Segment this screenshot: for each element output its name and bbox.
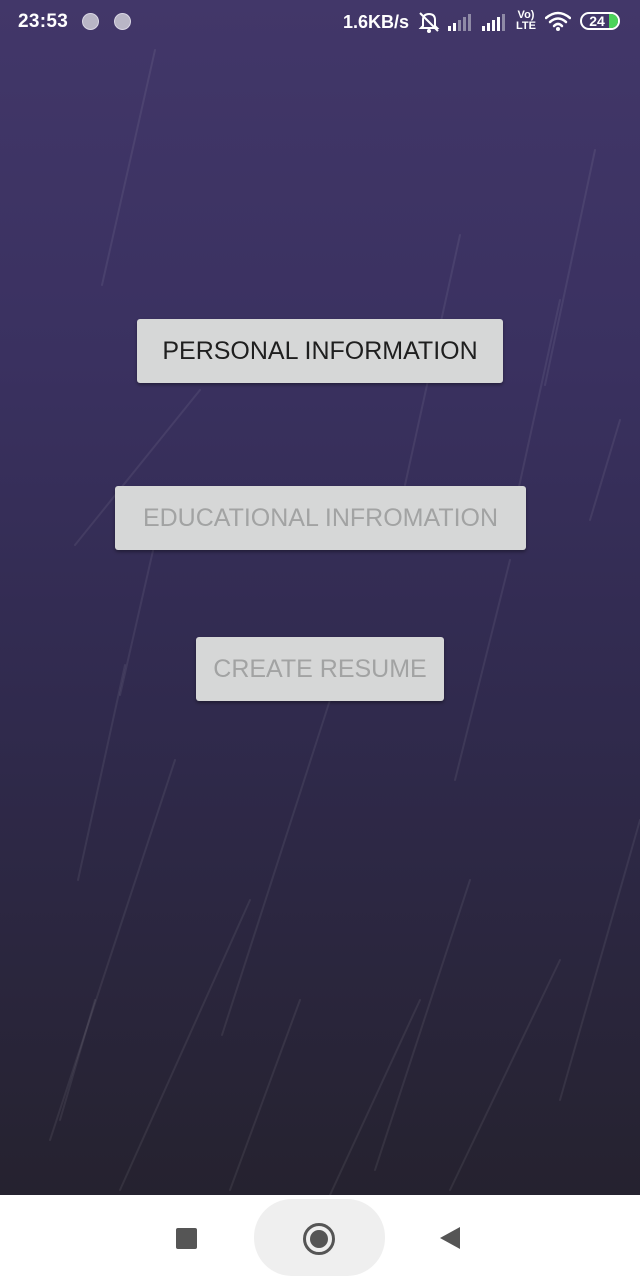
volte-icon: Vo) LTE xyxy=(514,10,538,32)
app-background: 23:53 1.6KB/s Vo) LTE 24 PERSONAL INFORM… xyxy=(0,0,640,1195)
battery-icon: 24 xyxy=(580,12,620,30)
back-icon[interactable] xyxy=(440,1227,460,1249)
home-icon[interactable] xyxy=(303,1223,335,1255)
educational-information-button[interactable]: EDUCATIONAL INFROMATION xyxy=(115,486,526,550)
network-speed: 1.6KB/s xyxy=(343,12,410,32)
home-icon-dot xyxy=(310,1230,328,1248)
volte-bottom-label: LTE xyxy=(516,20,536,32)
signal-icon xyxy=(482,14,505,31)
battery-level: 24 xyxy=(589,13,605,29)
wifi-icon xyxy=(545,11,571,31)
navigation-bar xyxy=(0,1195,640,1280)
status-bar: 23:53 1.6KB/s Vo) LTE 24 xyxy=(0,0,640,46)
notification-dot-icon xyxy=(82,13,99,30)
signal-icon xyxy=(448,14,471,31)
alarm-off-icon xyxy=(418,12,440,33)
personal-information-button[interactable]: PERSONAL INFORMATION xyxy=(137,319,503,383)
recents-icon[interactable] xyxy=(176,1228,197,1249)
create-resume-button[interactable]: CREATE RESUME xyxy=(196,637,444,701)
rain-streaks-decoration xyxy=(49,49,640,1195)
status-time: 23:53 xyxy=(18,11,69,32)
notification-dot-icon xyxy=(114,13,131,30)
screen: 23:53 1.6KB/s Vo) LTE 24 PERSONAL INFORM… xyxy=(0,0,640,1280)
